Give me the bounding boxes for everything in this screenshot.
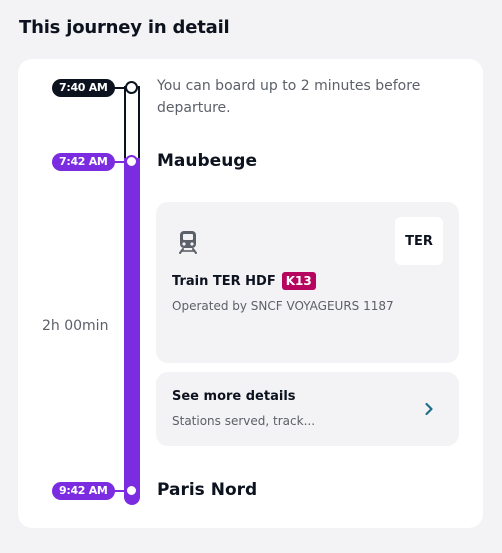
travel-line <box>124 158 140 505</box>
arrival-time: 9:42 AM <box>52 482 115 500</box>
train-name: Train TER HDF <box>172 273 276 289</box>
ter-brand-badge: TER <box>395 217 443 265</box>
details-subtitle: Stations served, track... <box>172 414 316 428</box>
train-name-row: Train TER HDF K13 <box>172 272 316 290</box>
departure-time: 7:42 AM <box>52 153 115 171</box>
boarding-time: 7:40 AM <box>52 79 115 97</box>
see-more-details-button[interactable]: See more details Stations served, track.… <box>156 372 459 446</box>
train-icon <box>179 231 197 254</box>
boarding-line <box>124 86 140 163</box>
operator-text: Operated by SNCF VOYAGEURS 1187 <box>172 299 394 313</box>
boarding-dot <box>125 81 138 94</box>
boarding-note: You can board up to 2 minutes before dep… <box>157 78 421 116</box>
arrival-station: Paris Nord <box>157 480 258 500</box>
departure-station: Maubeuge <box>157 151 257 171</box>
journey-duration: 2h 00min <box>42 318 109 334</box>
details-title: See more details <box>172 389 296 404</box>
train-segment-card: TER Train TER HDF K13 Operated by SNCF V… <box>156 202 459 363</box>
chevron-right-icon <box>425 402 433 416</box>
arrival-dot <box>125 484 138 497</box>
section-heading: This journey in detail <box>19 17 230 38</box>
departure-dot <box>125 155 138 168</box>
line-code-badge: K13 <box>281 272 316 290</box>
